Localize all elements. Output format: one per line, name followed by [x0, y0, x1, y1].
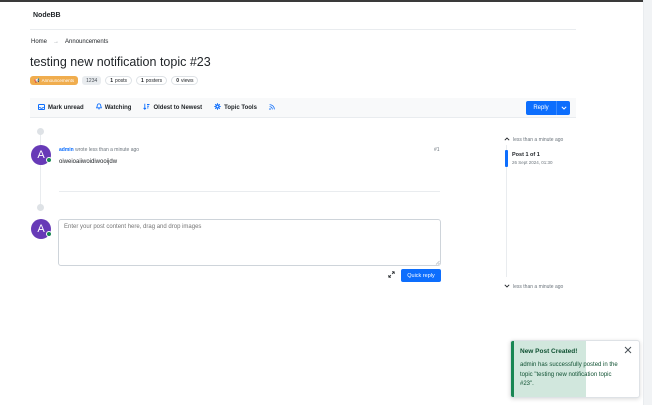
breadcrumb: Home → Announcements [31, 39, 108, 45]
posts-count: 1 [110, 77, 114, 84]
breadcrumb-current[interactable]: Announcements [65, 39, 108, 45]
post-divider [59, 191, 440, 192]
chevron-down-icon [560, 106, 567, 110]
sort-icon [143, 103, 150, 112]
posters-label: posters [145, 77, 163, 84]
toast-close-button[interactable] [624, 345, 632, 357]
post-timestamp[interactable]: wrote less than a minute ago [75, 147, 139, 153]
navigator-position: Post 1 of 1 [512, 152, 540, 158]
topic-title: testing new notification topic #23 [30, 55, 211, 69]
breadcrumb-separator-icon: → [53, 39, 60, 45]
gear-icon [214, 103, 221, 112]
window-top-border [0, 0, 652, 2]
navigator-bottom-time: less than a minute ago [513, 284, 564, 290]
watching-label: Watching [104, 104, 132, 111]
post-index[interactable]: #1 [434, 147, 440, 153]
close-icon [624, 346, 632, 354]
post-navigator-handle[interactable] [505, 150, 508, 167]
post-author-link[interactable]: admin [59, 147, 74, 153]
category-badge[interactable]: 📢 Announcements [30, 76, 79, 85]
chevron-up-icon [504, 137, 510, 143]
toast-title: New Post Created! [520, 348, 578, 355]
chevron-down-icon [504, 284, 510, 290]
posts-count-badge: 1 posts [105, 76, 132, 85]
rss-icon [269, 103, 275, 112]
timeline-dot [37, 128, 44, 135]
views-count: 0 [176, 77, 179, 84]
mark-unread-button[interactable]: Mark unread [38, 103, 84, 112]
navigator-top[interactable]: less than a minute ago [504, 137, 563, 143]
sort-label: Oldest to Newest [153, 104, 203, 111]
topic-id-badge: 1234 [82, 76, 102, 85]
navigator-date: 26 Sept 2024, 01:30 [512, 160, 553, 165]
watching-button[interactable]: Watching [95, 103, 132, 112]
post-timeline-line [40, 131, 41, 211]
views-label: views [180, 77, 194, 84]
quick-reply-textarea[interactable] [58, 219, 441, 266]
navigator-bottom[interactable]: less than a minute ago [504, 284, 563, 290]
reply-button-group: Reply [526, 101, 570, 115]
topic-tools-label: Topic Tools [224, 104, 257, 111]
views-count-badge: 0 views [171, 76, 199, 85]
category-label: Announcements [41, 78, 75, 83]
quick-reply-button[interactable]: Quick reply [401, 269, 441, 282]
sort-button[interactable]: Oldest to Newest [143, 103, 202, 112]
inbox-icon [38, 103, 45, 112]
breadcrumb-home[interactable]: Home [31, 39, 47, 45]
megaphone-icon: 📢 [34, 77, 40, 83]
posters-count: 1 [141, 77, 144, 84]
reply-dropdown-toggle[interactable] [556, 101, 570, 115]
posts-label: posts [115, 77, 127, 84]
rss-button[interactable] [269, 103, 275, 112]
posters-count-badge: 1 posters [136, 76, 168, 85]
mark-unread-label: Mark unread [48, 104, 84, 111]
resize-handle-icon[interactable] [435, 260, 440, 267]
topic-tools-button[interactable]: Topic Tools [214, 103, 257, 112]
online-status-dot [46, 231, 52, 237]
post-meta: admin wrote less than a minute ago [59, 147, 139, 153]
brand-logo[interactable]: NodeBB [33, 12, 61, 19]
online-status-dot [46, 157, 52, 163]
topic-tags: 📢 Announcements 1234 1 posts 1 posters 0… [30, 76, 199, 85]
toast-accent-border [511, 341, 514, 397]
topic-toolbar: Mark unread Watching Oldest to Newest To… [30, 98, 576, 118]
page-scrollbar[interactable] [643, 0, 652, 405]
toast-body[interactable]: admin has successfully posted in the top… [520, 361, 620, 390]
header-divider [30, 29, 576, 30]
post-content: oiweioaiiwoidiwooijdw [59, 159, 118, 165]
reply-button[interactable]: Reply [526, 101, 556, 115]
timeline-dot [37, 204, 44, 211]
notification-toast: New Post Created! admin has successfully… [510, 340, 640, 398]
navigator-top-time: less than a minute ago [513, 137, 564, 143]
expand-composer-icon[interactable] [388, 271, 395, 280]
bell-icon [95, 103, 102, 112]
